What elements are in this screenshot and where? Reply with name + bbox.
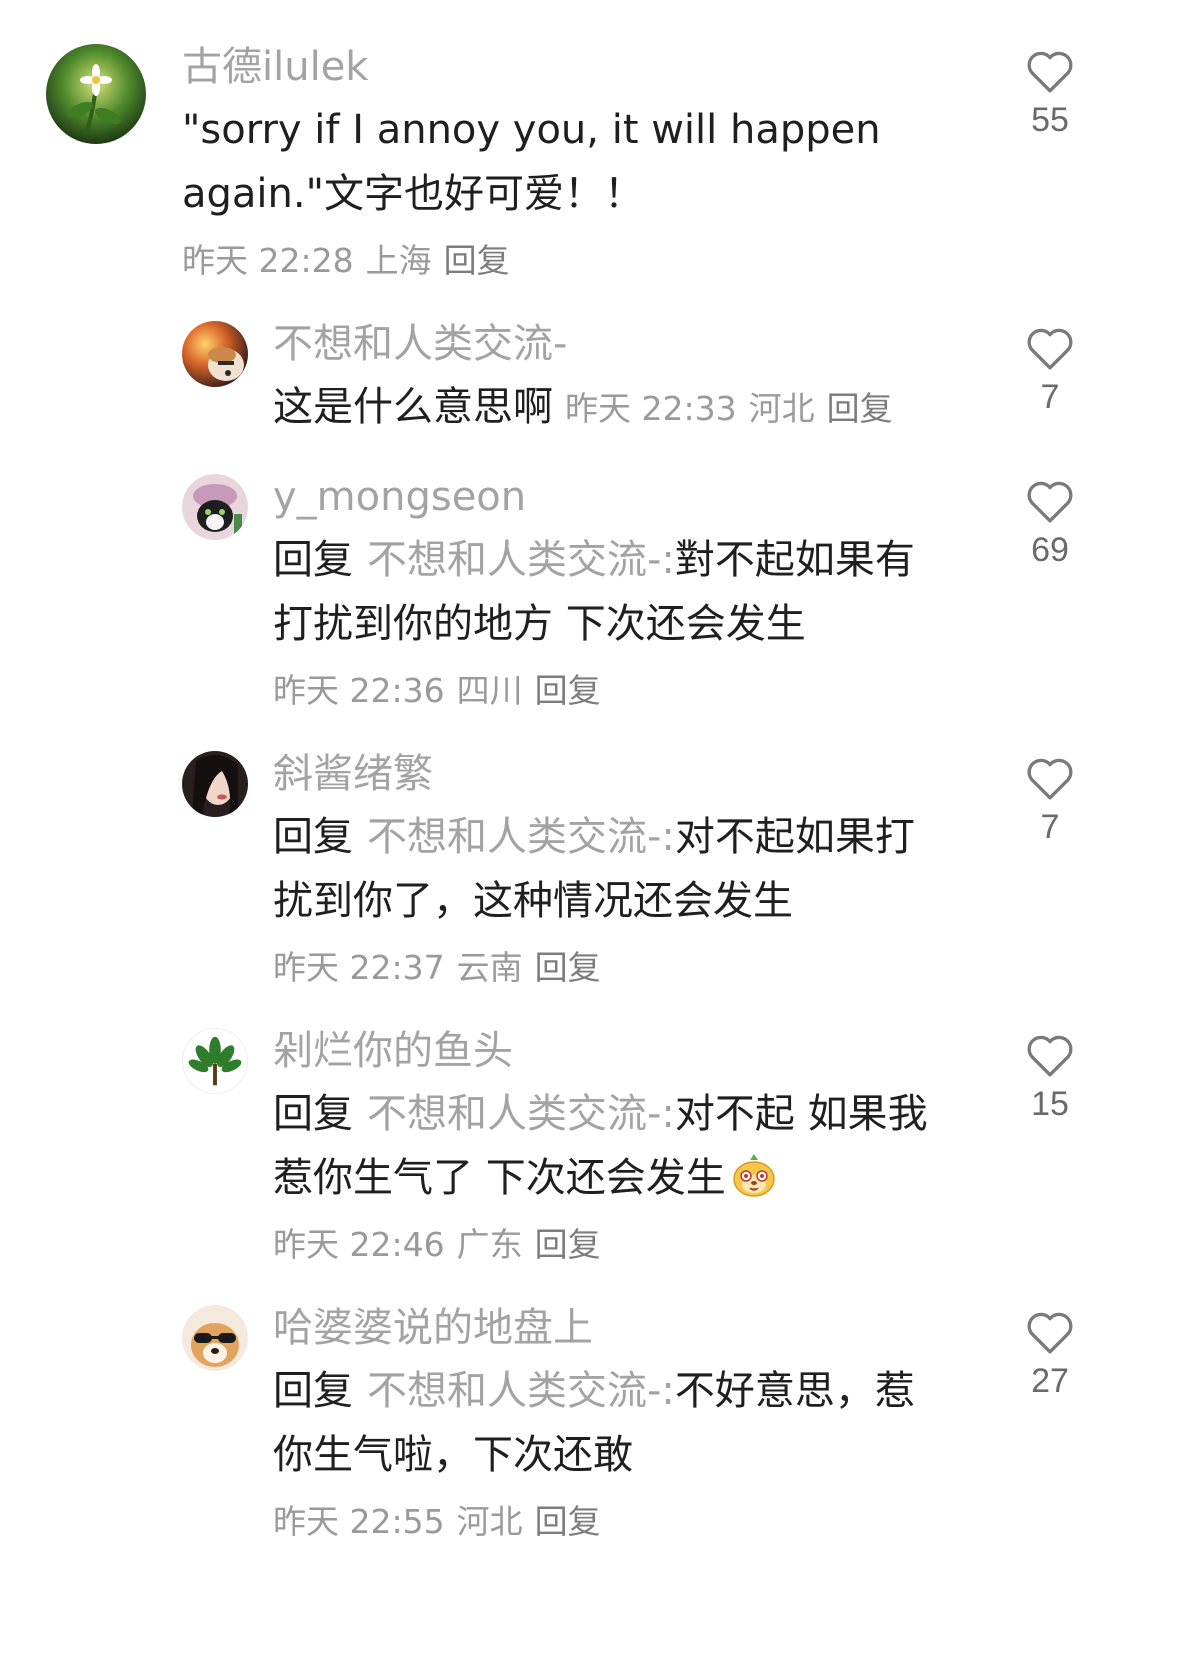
- comment-time: 昨天 22:33: [565, 389, 737, 428]
- like-button[interactable]: 7: [1005, 325, 1095, 419]
- comment-time: 昨天 22:36: [273, 671, 445, 710]
- comment-meta: 昨天 22:55 河北 回复: [273, 1499, 973, 1545]
- comment-text-line: "sorry if I annoy you, it will happen: [182, 107, 881, 153]
- username[interactable]: 剁烂你的鱼头: [273, 1024, 973, 1078]
- reply-target-username[interactable]: 不想和人类交流-:: [367, 537, 675, 583]
- avatar[interactable]: [46, 44, 146, 144]
- comment-time: 昨天 22:28: [182, 241, 354, 280]
- comment-location: 四川: [456, 671, 523, 710]
- comment-meta: 昨天 22:37 云南 回复: [273, 945, 973, 991]
- comment-text: 回复 不想和人类交流-:对不起 如果我 惹你生气了 下次还会发生: [273, 1082, 973, 1210]
- username[interactable]: 古德ilulek: [182, 40, 982, 94]
- comment-text-line: 打扰到你的地方 下次还会发生: [273, 601, 806, 647]
- dog-sunset-avatar-image: [182, 321, 248, 387]
- dog-sunglasses-avatar-image: [182, 1305, 248, 1371]
- comment-location: 河北: [748, 389, 815, 428]
- comment-meta: 昨天 22:46 广东 回复: [273, 1222, 973, 1268]
- comment-text: "sorry if I annoy you, it will happen ag…: [182, 98, 982, 226]
- heart-outline-icon: [1027, 328, 1073, 370]
- heart-outline-icon: [1027, 51, 1073, 93]
- comment-text-line: again."文字也好可爱！！: [182, 171, 644, 217]
- like-count: 15: [1031, 1085, 1069, 1123]
- comment-meta: 昨天 22:28 上海 回复: [182, 238, 982, 284]
- comment-text-line: 对不起如果打: [674, 814, 915, 860]
- cheeky-face-emoji-icon: [732, 1154, 775, 1197]
- reply-prefix: 回复: [273, 814, 353, 860]
- like-button[interactable]: 15: [1005, 1032, 1095, 1126]
- heart-outline-icon: [1027, 1035, 1073, 1077]
- cat-avatar-image: [182, 474, 248, 540]
- reply-prefix: 回复: [273, 1368, 353, 1414]
- like-button[interactable]: 27: [1005, 1309, 1095, 1403]
- comment-text: 这是什么意思啊 昨天 22:33 河北 回复: [273, 375, 993, 441]
- like-count: 69: [1031, 531, 1069, 569]
- comment-text-line: 惹你生气了 下次还会发生: [273, 1155, 726, 1201]
- avatar[interactable]: [182, 1305, 248, 1371]
- reply-prefix: 回复: [273, 537, 353, 583]
- like-count: 27: [1031, 1362, 1069, 1400]
- avatar[interactable]: [182, 474, 248, 540]
- reply-button[interactable]: 回复: [535, 671, 601, 710]
- reply-target-username[interactable]: 不想和人类交流-:: [367, 1368, 675, 1414]
- reply-target-username[interactable]: 不想和人类交流-:: [367, 814, 675, 860]
- reply-button[interactable]: 回复: [827, 389, 893, 428]
- username[interactable]: y_mongseon: [273, 470, 973, 524]
- username[interactable]: 哈婆婆说的地盘上: [273, 1301, 973, 1355]
- comment-time: 昨天 22:37: [273, 948, 445, 987]
- flower-avatar-image: [46, 44, 146, 144]
- comment-text-line: 这是什么意思啊: [273, 384, 553, 430]
- comment-time: 昨天 22:55: [273, 1502, 445, 1541]
- comment-location: 河北: [456, 1502, 523, 1541]
- comment-location: 广东: [456, 1225, 523, 1264]
- heart-outline-icon: [1027, 1312, 1073, 1354]
- avatar[interactable]: [182, 1028, 248, 1094]
- reply-target-username[interactable]: 不想和人类交流-:: [367, 1091, 675, 1137]
- comment-text-line: 你生气啦，下次还敢: [273, 1432, 633, 1478]
- reply-button[interactable]: 回复: [535, 1502, 601, 1541]
- comment-text: 回复 不想和人类交流-:对不起如果打 扰到你了，这种情况还会发生: [273, 805, 973, 933]
- like-count: 7: [1040, 808, 1060, 846]
- comment-text-line: 對不起如果有: [674, 537, 915, 583]
- comment-location: 上海: [365, 241, 432, 280]
- comment-time: 昨天 22:46: [273, 1225, 445, 1264]
- like-button[interactable]: 69: [1005, 478, 1095, 572]
- username[interactable]: 斜酱绪繁: [273, 747, 973, 801]
- plant-avatar-image: [183, 1029, 247, 1093]
- heart-outline-icon: [1027, 758, 1073, 800]
- comment-text-line: 扰到你了，这种情况还会发生: [273, 878, 793, 924]
- comment-text: 回复 不想和人类交流-:不好意思，惹 你生气啦，下次还敢: [273, 1359, 973, 1487]
- like-button[interactable]: 55: [1005, 48, 1095, 142]
- comment-meta: 昨天 22:36 四川 回复: [273, 668, 973, 714]
- like-count: 55: [1031, 101, 1069, 139]
- girl-avatar-image: [182, 751, 248, 817]
- like-button[interactable]: 7: [1005, 755, 1095, 849]
- avatar[interactable]: [182, 751, 248, 817]
- comment-meta: 昨天 22:33 河北 回复: [565, 389, 893, 428]
- reply-prefix: 回复: [273, 1091, 353, 1137]
- username[interactable]: 不想和人类交流-: [273, 317, 993, 371]
- comment-text-line: 对不起 如果我: [674, 1091, 928, 1137]
- reply-button[interactable]: 回复: [535, 948, 601, 987]
- comment-text-line: 不好意思，惹: [674, 1368, 915, 1414]
- like-count: 7: [1040, 378, 1060, 416]
- comment-text: 回复 不想和人类交流-:對不起如果有 打扰到你的地方 下次还会发生: [273, 528, 973, 656]
- reply-button[interactable]: 回复: [535, 1225, 601, 1264]
- comment-location: 云南: [456, 948, 523, 987]
- avatar[interactable]: [182, 321, 248, 387]
- reply-button[interactable]: 回复: [444, 241, 510, 280]
- heart-outline-icon: [1027, 481, 1073, 523]
